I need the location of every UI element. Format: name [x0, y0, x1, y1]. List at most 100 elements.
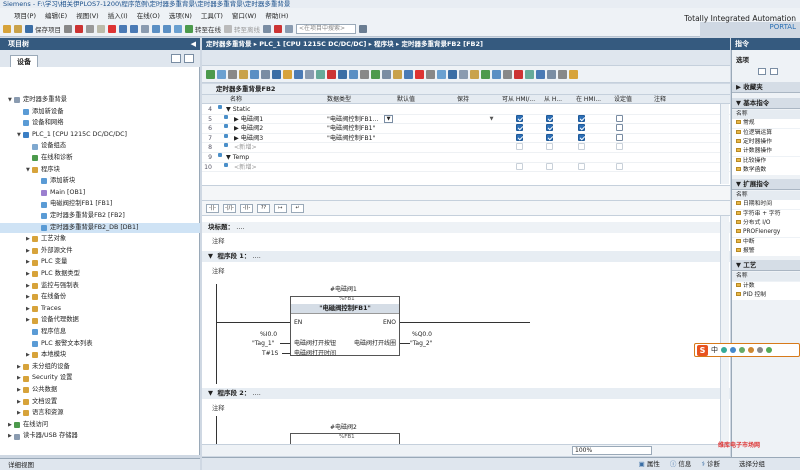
editor-tool-icon[interactable] — [272, 69, 281, 79]
ladder-tool-4[interactable]: ↦ — [274, 203, 287, 213]
stop-cpu-icon[interactable] — [274, 25, 282, 33]
editor-tool-icon[interactable] — [558, 69, 567, 79]
instr-item[interactable]: 位逻辑运算 — [732, 128, 800, 138]
instr-item[interactable]: 常规 — [732, 119, 800, 129]
block-comment[interactable]: 注释 — [212, 236, 225, 245]
tree-item[interactable]: ▶ 公共数据 — [0, 385, 200, 396]
tree-item[interactable]: ▶ PLC 变量 — [0, 257, 200, 268]
instr-item[interactable]: 比较操作 — [732, 156, 800, 166]
search-icon[interactable] — [359, 25, 367, 33]
tree-item[interactable]: ▶ 在线访问 — [0, 420, 200, 431]
row-checkbox[interactable] — [616, 162, 623, 170]
upload-icon[interactable] — [163, 25, 171, 33]
row-name[interactable]: ▼ Temp — [226, 153, 249, 163]
row-checkbox[interactable] — [546, 162, 553, 170]
instr-item[interactable]: 名称 — [732, 191, 800, 201]
ime-toolbar[interactable]: S 中 — [694, 343, 800, 357]
tree-item[interactable]: ▼ PLC_1 [CPU 1215C DC/DC/DC] — [0, 130, 200, 141]
editor-tool-icon[interactable] — [481, 69, 490, 79]
editor-tool-icon[interactable] — [470, 69, 479, 79]
fb-call-box[interactable]: %FB1 "电磁阀控制FB1" EN ENO 电磁阀打开按钮 电磁阀打开时间 电… — [290, 296, 400, 357]
type-dropdown-icon[interactable]: ▼ — [384, 115, 393, 123]
interface-splitter[interactable] — [202, 185, 730, 200]
tree-item[interactable]: 定时器多重背景FB2_DB [DB1] — [0, 222, 200, 234]
ladder-tool-5[interactable]: ↵ — [291, 203, 304, 213]
interface-row[interactable]: 4 ▼ Static — [202, 105, 730, 115]
tree-item[interactable]: 程序信息 — [0, 327, 200, 338]
row-checkbox[interactable] — [516, 114, 523, 122]
open-project-icon[interactable] — [14, 25, 22, 33]
row-checkbox[interactable] — [578, 133, 585, 141]
editor-tool-icon[interactable] — [536, 69, 545, 79]
row-checkbox[interactable] — [546, 114, 553, 122]
tree-item[interactable]: 添加新块 — [0, 176, 200, 187]
tree-item[interactable]: ▶ 设备代理数据 — [0, 315, 200, 326]
tree-item[interactable]: ▶ PLC 数据类型 — [0, 269, 200, 280]
ime-voice-icon[interactable] — [739, 347, 745, 353]
editor-tool-icon[interactable] — [503, 69, 512, 79]
tree-item[interactable]: ▶ 工艺对象 — [0, 234, 200, 245]
ladder-tool-1[interactable]: -|/|- — [223, 203, 236, 213]
network2-comment[interactable]: 注释 — [212, 403, 225, 412]
row-checkbox[interactable] — [578, 114, 585, 122]
instr-section-header[interactable]: ▼ 基本指令 — [732, 98, 800, 109]
network1-header[interactable]: ▼ 程序段 1： .... — [202, 251, 730, 262]
menu-item-1[interactable]: 编辑(E) — [45, 10, 67, 20]
view-list-icon[interactable] — [770, 68, 778, 75]
ladder-scrollbar[interactable] — [720, 216, 729, 444]
interface-scrollbar[interactable] — [720, 104, 729, 184]
tree-item[interactable]: ▶ 文档设置 — [0, 397, 200, 408]
in2-value[interactable]: T#1S — [262, 350, 278, 357]
row-checkbox[interactable] — [546, 143, 553, 151]
row-checkbox[interactable] — [578, 162, 585, 170]
menu-item-4[interactable]: 在线(O) — [137, 10, 160, 20]
row-name[interactable]: <新增> — [234, 163, 257, 173]
ladder-tool-0[interactable]: -||- — [206, 203, 219, 213]
editor-tool-icon[interactable] — [283, 69, 292, 79]
instr-section-header[interactable]: ▼ 扩展指令 — [732, 179, 800, 191]
menu-item-8[interactable]: 帮助(H) — [265, 10, 288, 20]
interface-row[interactable]: 7 ▶ 电磁阀3 "电磁阀控制FB1" — [202, 133, 730, 144]
row-name[interactable]: ▶ 电磁阀3 — [234, 134, 263, 144]
instr-item[interactable]: 数学函数 — [732, 165, 800, 175]
ladder-tool-2[interactable]: -()- — [240, 203, 253, 213]
tree-overview-icon[interactable] — [171, 54, 181, 63]
tree-item[interactable]: Main [OB1] — [0, 188, 200, 199]
collapse-icon[interactable]: ◀ — [191, 38, 196, 50]
editor-tool-icon[interactable] — [393, 69, 402, 79]
tree-item[interactable]: ▶ 本地模块 — [0, 350, 200, 361]
row-name[interactable]: ▶ 电磁阀1 — [234, 115, 263, 125]
zoom-select[interactable]: 100% — [572, 446, 652, 455]
row-checkbox[interactable] — [616, 114, 623, 122]
ime-keyboard-icon[interactable] — [748, 347, 754, 353]
default-dropdown-icon[interactable]: ▼ — [487, 115, 496, 123]
row-checkbox[interactable] — [516, 124, 523, 132]
tree-item[interactable]: ▼ 程序块 — [0, 165, 200, 176]
undo-icon[interactable] — [119, 25, 127, 33]
instr-item[interactable]: 报警 — [732, 246, 800, 256]
tree-item[interactable]: ▶ 在线备份 — [0, 292, 200, 303]
fb2-call-box[interactable]: %FB1 — [290, 433, 400, 444]
download-icon[interactable] — [152, 25, 160, 33]
project-search-input[interactable]: <在项目中搜索> — [296, 24, 356, 34]
menu-item-6[interactable]: 工具(T) — [201, 10, 223, 20]
editor-tool-icon[interactable] — [349, 69, 358, 79]
cut-icon[interactable] — [75, 25, 83, 33]
tree-item[interactable]: ▶ 读卡器/USB 存储器 — [0, 431, 200, 442]
tree-item[interactable]: ▶ Traces — [0, 304, 200, 315]
tab-diagnostics[interactable]: ⚕ 诊断 — [701, 458, 720, 470]
row-checkbox[interactable] — [546, 124, 553, 132]
redo-icon[interactable] — [130, 25, 138, 33]
interface-row[interactable]: 5 ▶ 电磁阀1 "电磁阀控制FB1... — [202, 114, 730, 125]
editor-tool-icon[interactable] — [382, 69, 391, 79]
tab-info[interactable]: ⓘ 信息 — [670, 458, 692, 470]
editor-tool-icon[interactable] — [239, 69, 248, 79]
editor-tool-icon[interactable] — [217, 69, 226, 79]
instr-item[interactable]: 名称 — [732, 110, 800, 119]
in-address[interactable]: %I0.0 — [260, 331, 277, 338]
row-type[interactable]: "电磁阀控制FB1... — [327, 115, 378, 125]
editor-tool-icon[interactable] — [525, 69, 534, 79]
simulation-icon[interactable] — [174, 25, 182, 33]
ime-skin-icon[interactable] — [757, 347, 763, 353]
ime-emoji-icon[interactable] — [730, 347, 736, 353]
